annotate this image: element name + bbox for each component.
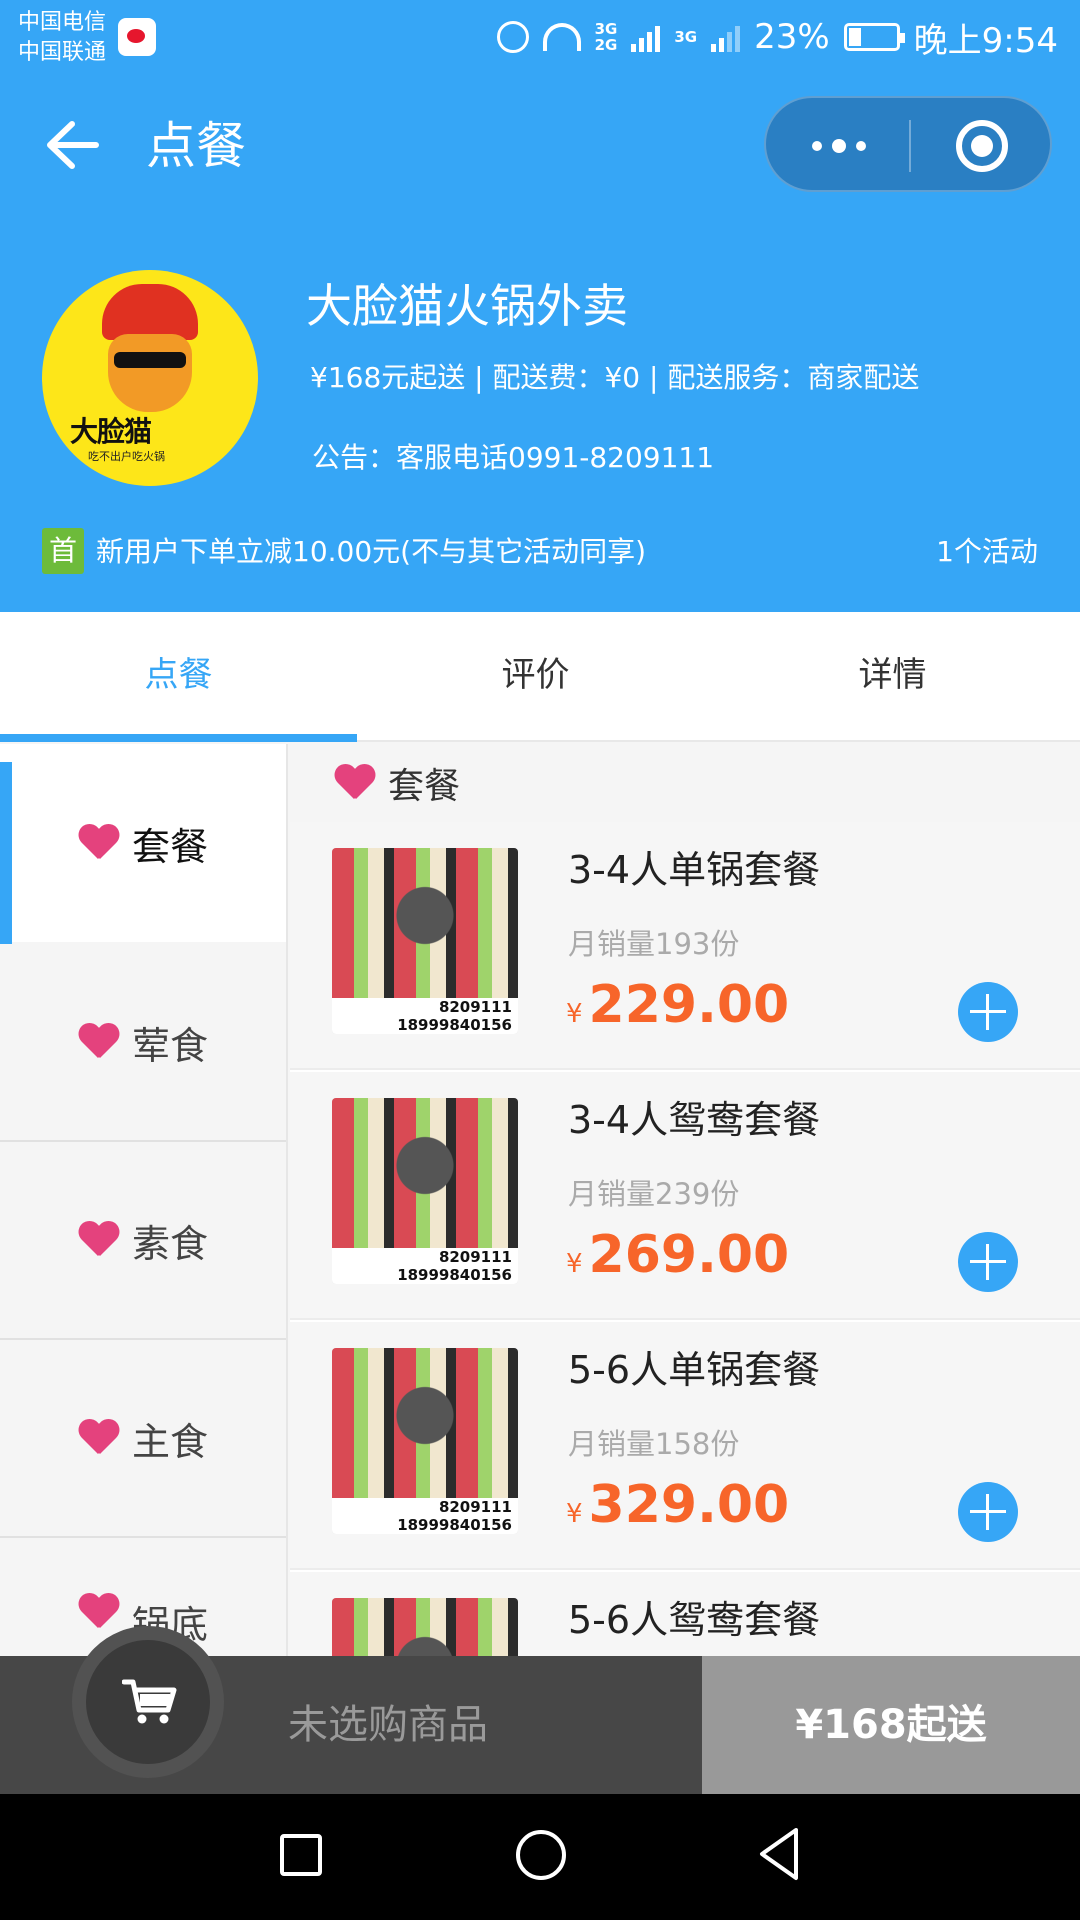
carrier-names: 中国电信 中国联通 — [18, 8, 106, 68]
weibo-icon — [118, 18, 156, 56]
product-name: 5-6人单锅套餐 — [568, 1348, 821, 1392]
home-icon[interactable] — [516, 1830, 566, 1880]
product-name: 3-4人单锅套餐 — [568, 848, 821, 892]
promo-badge: 首 — [42, 528, 84, 574]
product-price: ¥329.00 — [566, 1475, 790, 1535]
promo-count[interactable]: 1个活动 — [936, 530, 1038, 574]
category-label: 套餐 — [131, 824, 208, 869]
cart-icon — [122, 1679, 177, 1724]
category-item-staple[interactable]: 主食 — [0, 1340, 286, 1538]
category-item-meat[interactable]: 荤食 — [0, 944, 286, 1142]
product-thumbnail — [332, 1598, 518, 1656]
product-sales: 月销量158份 — [568, 1427, 740, 1461]
product-thumbnail: 8209111 18999840156 — [332, 1098, 518, 1284]
product-sales: 月销量239份 — [568, 1177, 740, 1211]
clock: 晚上9:54 — [913, 20, 1058, 61]
product-price: ¥269.00 — [566, 1225, 790, 1285]
category-label: 主食 — [131, 1419, 208, 1464]
product-thumbnail: 8209111 18999840156 — [332, 1348, 518, 1534]
tab-bar: 点餐 评价 详情 — [0, 612, 1080, 742]
product-item[interactable]: 5-6人鸳鸯套餐 — [290, 1572, 1080, 1656]
network-type: 3G 2G — [594, 20, 618, 54]
heart-icon — [78, 1222, 118, 1258]
cart-status: 未选购商品 — [288, 1702, 488, 1748]
product-list: 套餐 8209111 18999840156 3-4人单锅套餐 月销量193份 ¥… — [290, 744, 1080, 1656]
product-name: 5-6人鸳鸯套餐 — [568, 1598, 821, 1642]
close-icon[interactable] — [956, 120, 1008, 172]
shop-notice: 公告：客服电话0991-8209111 — [312, 441, 715, 474]
battery-icon — [843, 23, 905, 51]
product-thumbnail: 8209111 18999840156 — [332, 848, 518, 1034]
add-to-cart-button[interactable] — [958, 1482, 1018, 1542]
back-icon[interactable] — [756, 1826, 804, 1882]
add-to-cart-button[interactable] — [958, 982, 1018, 1042]
category-label: 素食 — [131, 1221, 208, 1266]
heart-icon — [78, 825, 118, 861]
network-type-2: 3G — [674, 28, 698, 46]
section-title: 套餐 — [388, 766, 461, 807]
status-bar: 中国电信 中国联通 3G 2G 3G 23% 晚上9:54 — [0, 0, 1080, 74]
signal-icon-2 — [711, 22, 741, 52]
shop-logo: 大脸猫 吃不出户吃火锅 — [42, 270, 258, 486]
product-item[interactable]: 8209111 18999840156 5-6人单锅套餐 月销量158份 ¥329… — [290, 1322, 1080, 1570]
android-nav-bar — [0, 1794, 1080, 1920]
miniprogram-capsule — [764, 96, 1052, 192]
add-to-cart-button[interactable] — [958, 1232, 1018, 1292]
product-sales: 月销量193份 — [568, 927, 740, 961]
tab-details[interactable]: 详情 — [714, 612, 1071, 738]
carrier-2: 中国联通 — [18, 40, 107, 65]
heart-icon — [334, 765, 374, 801]
product-item[interactable]: 8209111 18999840156 3-4人单锅套餐 月销量193份 ¥229… — [290, 822, 1080, 1070]
alarm-icon — [496, 21, 529, 53]
more-icon[interactable] — [806, 124, 876, 168]
category-item-vegetable[interactable]: 素食 — [0, 1142, 286, 1340]
nav-bar: 点餐 — [0, 80, 1080, 210]
recent-apps-icon[interactable] — [280, 1834, 322, 1876]
page-title: 点餐 — [146, 117, 246, 175]
section-header: 套餐 — [290, 744, 1080, 822]
product-name: 3-4人鸳鸯套餐 — [568, 1098, 821, 1142]
battery-percent: 23% — [754, 17, 830, 57]
tab-order[interactable]: 点餐 — [0, 612, 357, 738]
heart-icon — [78, 1594, 118, 1630]
tab-indicator — [0, 734, 357, 742]
shop-name: 大脸猫火锅外卖 — [306, 279, 628, 333]
product-price: ¥229.00 — [566, 975, 790, 1035]
category-item-combo[interactable]: 套餐 — [0, 744, 286, 944]
carrier-1: 中国电信 — [18, 10, 107, 35]
category-sidebar: 套餐 荤食 素食 主食 锅底 — [0, 744, 288, 1656]
category-label: 荤食 — [131, 1023, 208, 1068]
delivery-info: ¥168元起送 | 配送费：¥0 | 配送服务：商家配送 — [310, 361, 920, 394]
cart-button[interactable] — [72, 1626, 224, 1778]
tab-reviews[interactable]: 评价 — [357, 612, 714, 738]
heart-icon — [78, 1024, 118, 1060]
capsule-divider — [909, 120, 911, 172]
back-arrow-icon[interactable] — [44, 120, 100, 170]
wifi-icon — [542, 23, 581, 51]
status-indicators: 3G 2G 3G 23% 晚上9:54 — [496, 12, 1058, 62]
checkout-button[interactable]: ¥168起送 — [702, 1656, 1080, 1794]
shop-header: 中国电信 中国联通 3G 2G 3G 23% 晚上9:54 点餐 大脸猫 吃不出… — [0, 0, 1080, 612]
heart-icon — [78, 1420, 118, 1456]
signal-icon — [631, 22, 661, 52]
product-item[interactable]: 8209111 18999840156 3-4人鸳鸯套餐 月销量239份 ¥269… — [290, 1072, 1080, 1320]
promo-text: 新用户下单立减10.00元(不与其它活动同享) — [96, 535, 647, 568]
